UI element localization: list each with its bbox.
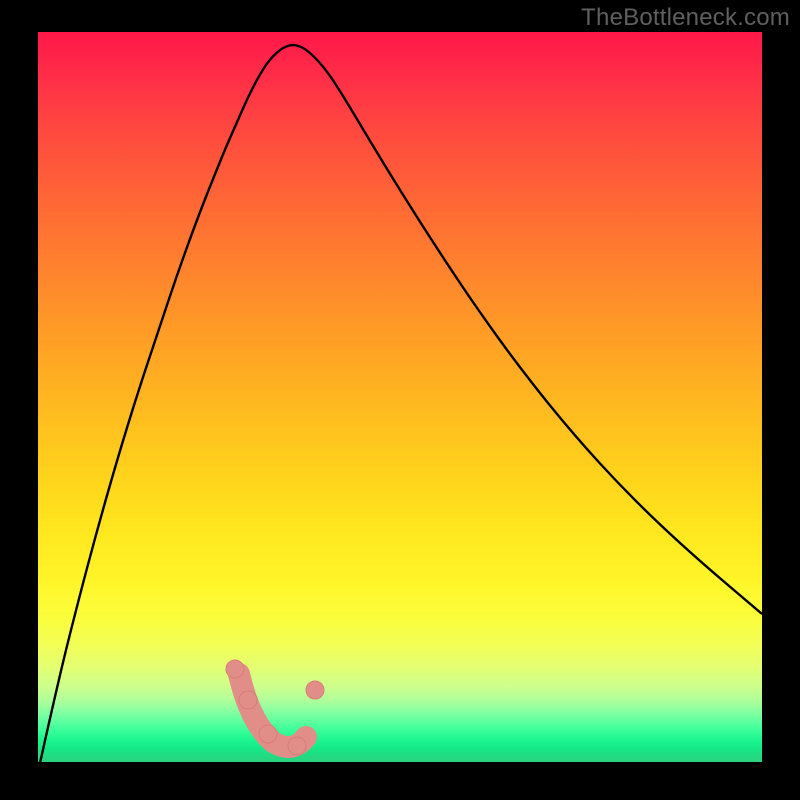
chart-frame: TheBottleneck.com [0, 0, 800, 800]
curve-marker [288, 737, 306, 755]
curve-marker [306, 681, 324, 699]
curve-layer [38, 32, 762, 762]
plot-area [38, 32, 762, 762]
watermark-text: TheBottleneck.com [581, 4, 790, 32]
curve-marker [259, 725, 277, 743]
curve-marker [239, 691, 257, 709]
curve-marker [226, 660, 244, 678]
bottleneck-curve [38, 45, 762, 762]
